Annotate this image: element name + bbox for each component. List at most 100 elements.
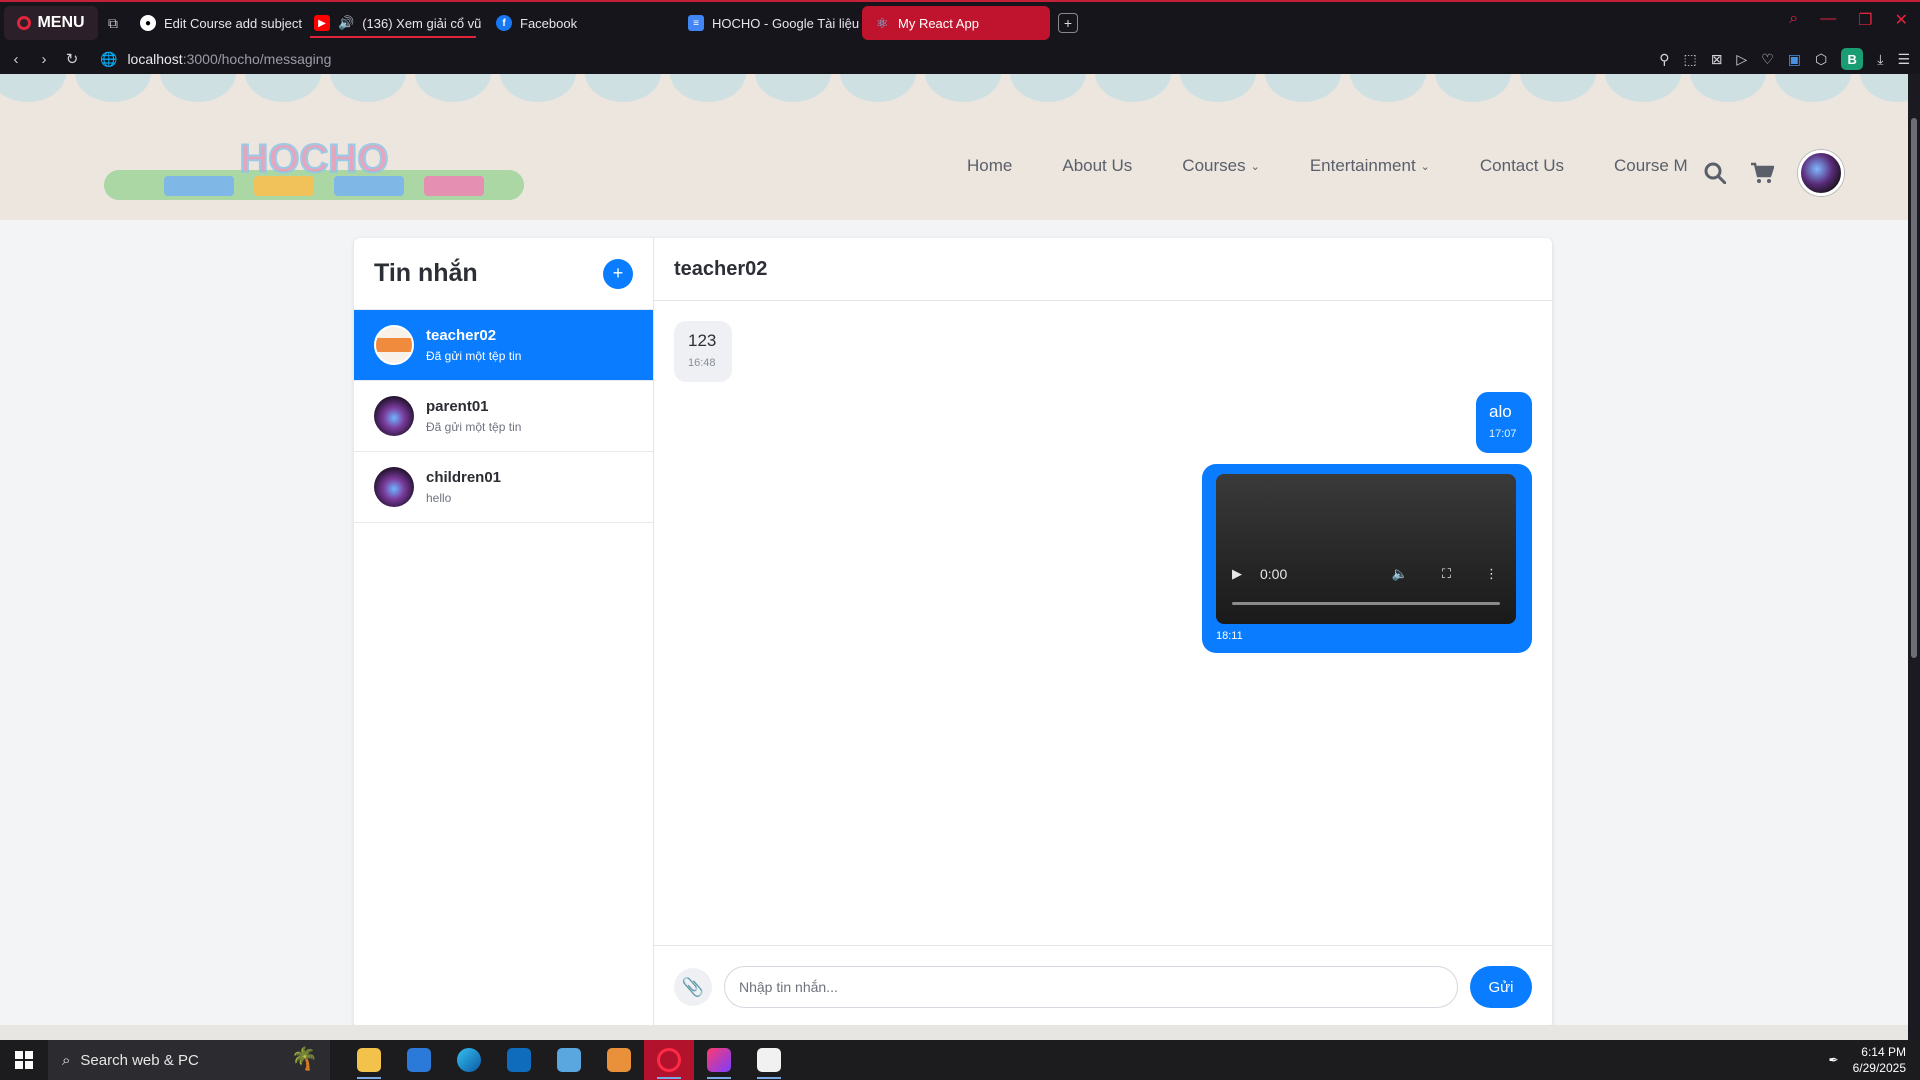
main-nav: Home About Us Courses ⌄ Entertainment ⌄ Co… — [967, 156, 1688, 176]
send-icon[interactable]: ▷ — [1736, 51, 1747, 68]
opera-menu-button[interactable]: MENU — [4, 6, 98, 40]
video-controls: ▶ 0:00 🔈 ⛶ ⋮ — [1232, 566, 1498, 582]
taskbar-cursor[interactable] — [744, 1040, 794, 1080]
heart-icon[interactable]: ♡ — [1761, 51, 1774, 68]
outlook-icon — [507, 1048, 531, 1072]
decoration — [1350, 74, 1426, 102]
conversation-item-parent01[interactable]: parent01 Đã gửi một tệp tin — [354, 381, 653, 452]
tab-islands-icon-glyph: ⧉ — [108, 14, 118, 31]
tab-google-docs[interactable]: ≡ HOCHO - Google Tài liệu — [676, 6, 862, 40]
nav-label: Courses — [1182, 156, 1246, 175]
decoration — [840, 74, 916, 102]
tab-github[interactable]: ● Edit Course add subject , — [128, 6, 302, 40]
taskbar-file-explorer[interactable] — [344, 1040, 394, 1080]
tab-my-react-app[interactable]: ⚛ My React App — [862, 6, 1050, 40]
minimize-icon[interactable]: — — [1820, 10, 1836, 30]
nav-contact-us[interactable]: Contact Us — [1480, 156, 1564, 176]
search-highlight-icon: 🌴 — [290, 1046, 318, 1071]
opera-logo-icon — [17, 16, 32, 30]
adblock-icon[interactable]: ⊠ — [1711, 51, 1723, 68]
taskbar-intellij[interactable] — [694, 1040, 744, 1080]
new-conversation-button[interactable]: + — [603, 258, 633, 289]
nav-entertainment[interactable]: Entertainment ⌄ — [1310, 156, 1430, 176]
user-avatar[interactable] — [1798, 150, 1844, 196]
chat-input-row: 📎 Gửi — [654, 945, 1552, 1028]
hocho-logo[interactable]: HOCHO — [104, 136, 524, 206]
page-footer-edge — [0, 1025, 1908, 1040]
taskbar-search[interactable]: ⌕ Search web & PC 🌴 — [48, 1040, 330, 1080]
forward-icon[interactable]: › — [30, 51, 58, 68]
decoration — [1690, 74, 1766, 102]
fullscreen-icon[interactable]: ⛶ — [1442, 566, 1451, 582]
scrollbar-thumb[interactable] — [1911, 118, 1917, 658]
chat-header-name: teacher02 — [654, 238, 1552, 301]
taskbar-opera[interactable] — [644, 1040, 694, 1080]
clock[interactable]: 6:14 PM 6/29/2025 — [1853, 1044, 1906, 1076]
tab-title: Edit Course add subject , — [164, 15, 302, 31]
play-icon[interactable]: ▶ — [1232, 566, 1242, 582]
more-options-icon[interactable]: ⋮ — [1485, 566, 1498, 582]
reload-icon[interactable]: ↻ — [58, 50, 86, 68]
chat-messages: 123 16:48 alo 17:07 ▶ 0:00 🔈 ⛶ ⋮ 18:11 — [654, 301, 1552, 945]
back-icon[interactable]: ‹ — [2, 51, 30, 68]
conversation-preview: Đã gửi một tệp tin — [426, 349, 522, 363]
cart-icon[interactable] — [1750, 162, 1774, 184]
send-button[interactable]: Gửi — [1470, 966, 1532, 1008]
nav-label: Entertainment — [1309, 156, 1416, 175]
start-button[interactable] — [0, 1040, 48, 1080]
chevron-down-icon: ⌄ — [1250, 160, 1260, 173]
attach-file-button[interactable]: 📎 — [674, 968, 712, 1006]
url-host: localhost — [127, 51, 183, 67]
restore-icon[interactable]: ❐ — [1858, 10, 1872, 30]
search-tabs-icon[interactable]: ⌕ — [1789, 10, 1798, 30]
video-progress-bar[interactable] — [1232, 602, 1500, 605]
downloads-icon[interactable]: ⤓ — [1877, 51, 1883, 68]
url-path: :3000/hocho/messaging — [182, 51, 332, 67]
tab-title: HOCHO - Google Tài liệu — [712, 15, 860, 31]
site-header: HOCHO Home About Us Courses ⌄ Entertainme… — [0, 74, 1908, 220]
nav-home[interactable]: Home — [967, 156, 1012, 176]
conversation-item-teacher02[interactable]: teacher02 Đã gửi một tệp tin — [354, 310, 653, 381]
conversation-item-children01[interactable]: children01 hello — [354, 452, 653, 523]
taskbar-media-player[interactable] — [594, 1040, 644, 1080]
nav-label: Course M — [1613, 156, 1688, 175]
google-docs-icon: ≡ — [688, 15, 704, 31]
pin-icon[interactable]: ⚲ — [1659, 51, 1669, 68]
chat-panel: teacher02 123 16:48 alo 17:07 ▶ 0:00 🔈 ⛶… — [654, 238, 1552, 1028]
nav-label: About Us — [1062, 156, 1133, 175]
taskbar-edge[interactable] — [444, 1040, 494, 1080]
profile-extension-badge[interactable]: B — [1841, 48, 1864, 70]
extensions-icon[interactable]: ⬡ — [1815, 51, 1827, 68]
decoration — [1860, 74, 1908, 102]
url-field[interactable]: 🌐 localhost:3000/hocho/messaging — [100, 51, 331, 68]
nav-about-us[interactable]: About Us — [1062, 156, 1132, 176]
snapshot-icon[interactable]: ⬚ — [1683, 51, 1696, 68]
messaging-card: Tin nhắn + teacher02 Đã gửi một tệp tin … — [354, 238, 1552, 1028]
pen-icon[interactable]: ✒ — [1829, 1053, 1839, 1067]
new-tab-button[interactable]: + — [1058, 13, 1078, 33]
nav-courses[interactable]: Courses ⌄ — [1182, 156, 1260, 176]
volume-icon[interactable]: 🔈 — [1392, 566, 1408, 582]
taskbar-network-app[interactable] — [544, 1040, 594, 1080]
message-text: alo — [1489, 402, 1512, 421]
translate-icon[interactable]: ▣ — [1788, 51, 1801, 68]
close-window-icon[interactable]: ✕ — [1895, 10, 1908, 30]
nav-course-management[interactable]: Course M — [1614, 156, 1688, 176]
taskbar-store[interactable] — [394, 1040, 444, 1080]
window-controls: ⌕ — ❐ ✕ — [1789, 10, 1908, 30]
tab-facebook[interactable]: f Facebook — [484, 6, 676, 40]
tab-islands-icon[interactable]: ⧉ — [104, 6, 128, 40]
message-input[interactable] — [724, 966, 1458, 1008]
video-player[interactable]: ▶ 0:00 🔈 ⛶ ⋮ — [1216, 474, 1516, 624]
decoration — [925, 74, 1001, 102]
search-icon: ⌕ — [62, 1051, 71, 1069]
tab-youtube[interactable]: ▶ 🔊 (136) Xem giải cổ vũ a — [302, 6, 484, 40]
page-scrollbar[interactable] — [1908, 74, 1920, 1040]
search-icon[interactable] — [1704, 162, 1726, 184]
clock-date: 6/29/2025 — [1852, 1061, 1906, 1075]
easy-setup-icon[interactable]: ☰ — [1897, 51, 1910, 68]
taskbar-outlook[interactable] — [494, 1040, 544, 1080]
cursor-app-icon — [757, 1048, 781, 1072]
avatar — [374, 467, 414, 507]
paperclip-icon: 📎 — [681, 976, 705, 997]
